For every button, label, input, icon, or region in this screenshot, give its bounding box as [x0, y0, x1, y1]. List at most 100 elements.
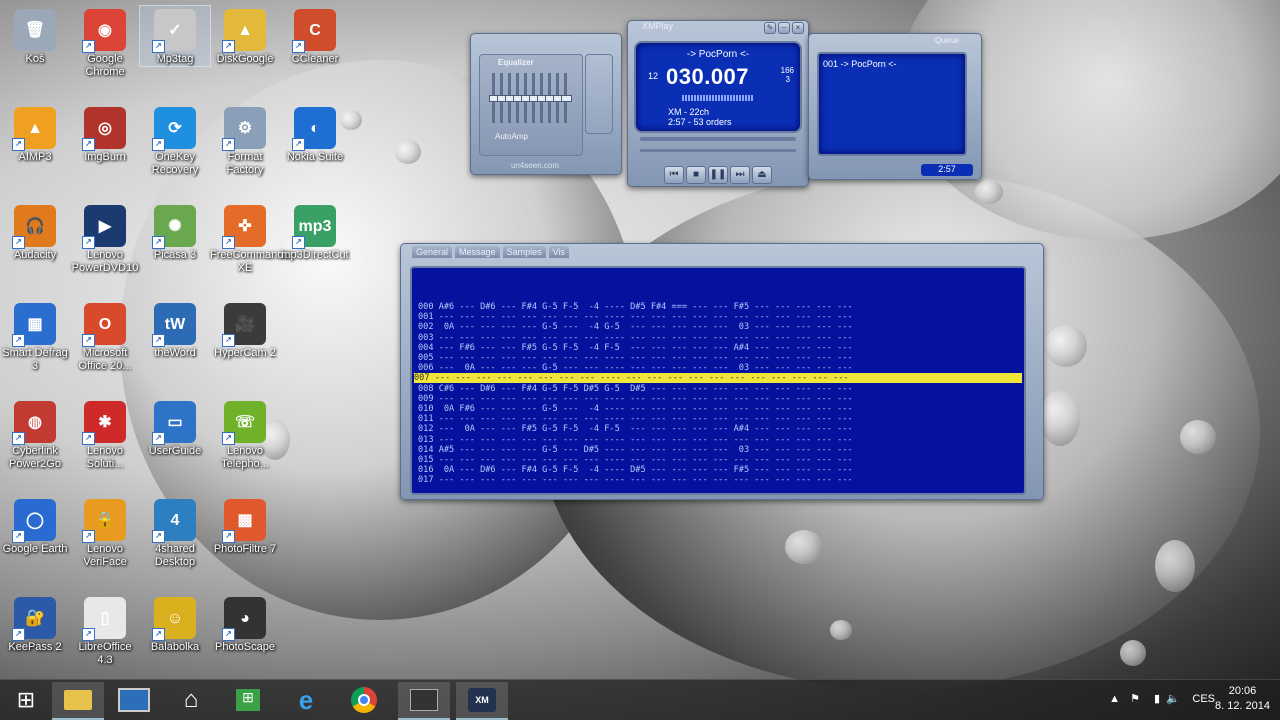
settings-button[interactable]: ✎	[764, 22, 776, 34]
current-pattern-row: 007 --- --- --- --- --- --- --- --- ----…	[414, 373, 1022, 384]
desktop-icon[interactable]: 🔒 ↗ Lenovo VeriFace	[70, 496, 140, 569]
desktop-icon[interactable]: ✜ ↗ FreeCommander XE	[210, 202, 293, 275]
eq-band-slider[interactable]	[529, 73, 540, 123]
shortcut-arrow-icon: ↗	[222, 334, 235, 347]
desktop-icon[interactable]: ☏ ↗ Lenovo Telepho...	[210, 398, 280, 471]
taskbar-monitor[interactable]	[108, 682, 160, 718]
queue-tab[interactable]: Queue	[935, 36, 959, 45]
shortcut-arrow-icon: ↗	[82, 334, 95, 347]
stop-button[interactable]: ■	[686, 166, 706, 184]
taskbar-store[interactable]: ⊞	[222, 682, 274, 718]
taskbar-chrome[interactable]	[338, 682, 390, 718]
queue-item[interactable]: 001 -> PocPorn <-	[823, 59, 897, 69]
preamp-slider[interactable]	[585, 54, 613, 134]
eq-band-slider[interactable]	[537, 73, 548, 123]
desktop-icon[interactable]: ◕ ↗ PhotoScape	[210, 594, 280, 654]
pause-button[interactable]: ❚❚	[708, 166, 728, 184]
flag-icon[interactable]: ⚑	[1130, 692, 1140, 705]
equalizer-sliders[interactable]	[489, 73, 574, 125]
desktop-icon[interactable]: ✺ ↗ Picasa 3	[140, 202, 210, 262]
desktop-icon[interactable]: ⚙ ↗ Format Factory	[210, 104, 280, 177]
eq-band-slider[interactable]	[489, 73, 500, 123]
show-hidden-icon[interactable]: ▲	[1109, 693, 1120, 705]
desktop-icon[interactable]: ▭ ↗ UserGuide	[140, 398, 210, 458]
minimize-button[interactable]: –	[778, 22, 790, 34]
volume-slider[interactable]	[640, 149, 796, 152]
eq-band-slider[interactable]	[513, 73, 524, 123]
home-icon: ⌂	[183, 686, 199, 713]
shortcut-arrow-icon: ↗	[82, 40, 95, 53]
tab-message[interactable]: Message	[455, 246, 500, 258]
desktop-icon[interactable]: 🎥 ↗ HyperCam 2	[210, 300, 280, 360]
xmplay-main-window[interactable]: XMPlay ✎ – × -> PocPorn <- 12 030.007 16…	[627, 20, 809, 187]
desktop-icon[interactable]: ✓ ↗ Mp3tag	[139, 5, 211, 67]
app-icon: ✺ ↗	[152, 205, 196, 249]
desktop-icon[interactable]: ◉ ↗ Google Chrome	[70, 6, 140, 79]
eq-band-slider[interactable]	[561, 73, 572, 123]
eq-band-slider[interactable]	[521, 73, 532, 123]
seek-slider[interactable]	[640, 137, 796, 141]
app-icon: ◯ ↗	[12, 499, 56, 543]
desktop-icon[interactable]: ⟳ ↗ OneKey Recovery	[140, 104, 210, 177]
desktop-icon[interactable]: 4 ↗ 4shared Desktop	[140, 496, 210, 569]
desktop-icon-label: DiskGoogle	[216, 53, 274, 65]
equalizer-window[interactable]: Equalizer AutoAmp un4seen.com	[470, 33, 622, 175]
tab-vis[interactable]: Vis	[548, 246, 569, 258]
desktop-icon-label: OneKey Recovery	[151, 151, 199, 176]
clock-time[interactable]: 20:06	[1215, 685, 1270, 697]
volume-icon[interactable]: 🔈	[1166, 692, 1180, 705]
desktop-icon[interactable]: tW ↗ theWord	[140, 300, 210, 360]
pattern-row: 012 --- 0A --- --- F#5 G-5 F-5 -4 F-5 --…	[418, 424, 853, 435]
network-icon[interactable]: ▮	[1154, 692, 1160, 705]
desktop-icon[interactable]: mp3 ↗ mp3DirectCut	[280, 202, 350, 262]
taskbar-hypercam[interactable]	[398, 682, 450, 720]
desktop-icon[interactable]: ▲ ↗ AIMP3	[0, 104, 70, 164]
start-button[interactable]: ⊞	[0, 682, 52, 718]
taskbar-home[interactable]: ⌂	[165, 682, 217, 718]
desktop-icon[interactable]: ▶ ↗ Lenovo PowerDVD10	[70, 202, 140, 275]
desktop-icon[interactable]: 🎧 ↗ Audacity	[0, 202, 70, 262]
taskbar-ie[interactable]: e	[280, 682, 332, 718]
app-icon: ▦ ↗	[12, 303, 56, 347]
desktop-icon[interactable]: ◎ ↗ ImgBurn	[70, 104, 140, 164]
desktop-icon[interactable]: ◯ ↗ Google Earth	[0, 496, 70, 556]
app-icon: ▲ ↗	[12, 107, 56, 151]
app-icon: ☺ ↗	[152, 597, 196, 641]
eq-band-slider[interactable]	[505, 73, 516, 123]
store-icon: ⊞	[236, 689, 260, 711]
desktop-icon[interactable]: O ↗ Microsoft Office 20...	[70, 300, 140, 373]
eject-button[interactable]: ⏏	[752, 166, 772, 184]
clock-date[interactable]: 8. 12. 2014	[1210, 700, 1275, 712]
desktop-icon[interactable]: ▲ ↗ DiskGoogle	[210, 6, 280, 66]
taskbar-explorer[interactable]	[52, 682, 104, 720]
desktop-icon[interactable]: 🗑 Koš	[0, 6, 70, 66]
app-icon: ▯ ↗	[82, 597, 126, 641]
queue-list[interactable]: 001 -> PocPorn <-	[817, 52, 967, 156]
next-button[interactable]: ⏭	[730, 166, 750, 184]
queue-window[interactable]: Queue 001 -> PocPorn <- 2:57	[808, 33, 982, 180]
desktop-icon[interactable]: ▩ ↗ PhotoFiltre 7	[210, 496, 280, 556]
previous-button[interactable]: ⏮	[664, 166, 684, 184]
tab-general[interactable]: General	[412, 246, 453, 258]
desktop-icon-label: Audacity	[13, 249, 57, 261]
desktop-icon[interactable]: ☺ ↗ Balabolka	[140, 594, 210, 654]
eq-band-slider[interactable]	[497, 73, 508, 123]
taskbar-xmplay[interactable]: XM	[456, 682, 508, 720]
shortcut-arrow-icon: ↗	[292, 236, 305, 249]
desktop-icon[interactable]: ◍ ↗ Cyberlink Power2Go	[0, 398, 70, 471]
desktop-icon[interactable]: C ↗ CCleaner	[280, 6, 350, 66]
app-icon: ◎ ↗	[82, 107, 126, 151]
app-icon: 🎧 ↗	[12, 205, 56, 249]
pattern-row: 002 0A --- --- --- --- G-5 --- -4 G-5 --…	[418, 322, 853, 333]
eq-band-slider[interactable]	[545, 73, 556, 123]
desktop-icon[interactable]: ▦ ↗ Smart Defrag 3	[0, 300, 70, 373]
desktop-icon[interactable]: ◐ ↗ Nokia Suite	[280, 104, 350, 164]
pattern-row: 017 --- --- --- --- --- --- --- --- ----…	[418, 475, 853, 486]
tab-samples[interactable]: Samples	[502, 246, 546, 258]
desktop-icon[interactable]: ▯ ↗ LibreOffice 4.3	[70, 594, 140, 667]
close-button[interactable]: ×	[792, 22, 804, 34]
autoamp-label[interactable]: AutoAmp	[495, 132, 528, 141]
desktop-icon[interactable]: ✱ ↗ Lenovo Soluti...	[70, 398, 140, 471]
desktop-icon[interactable]: 🔐 ↗ KeePass 2	[0, 594, 70, 654]
eq-band-slider[interactable]	[553, 73, 564, 123]
